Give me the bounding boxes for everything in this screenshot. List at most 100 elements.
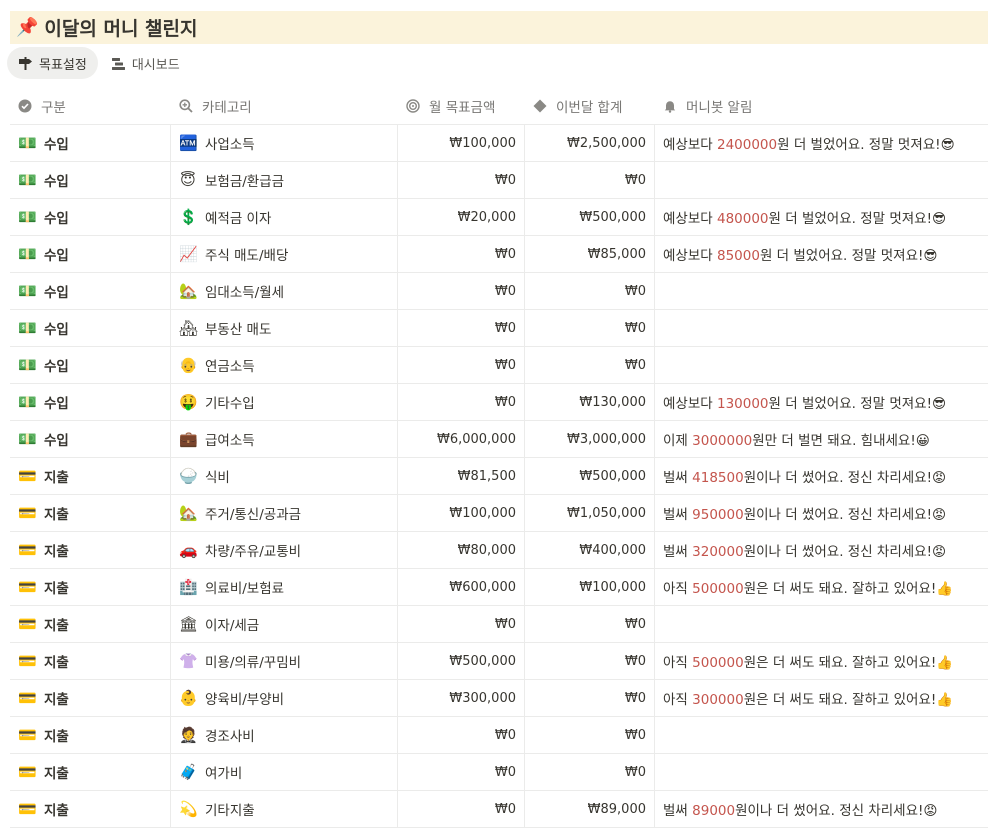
category-cell[interactable]: 😇 보험금/환급금 (171, 162, 398, 198)
table-row[interactable]: 💵 수입 💲 예적금 이자 ₩20,000 ₩500,000 예상보다 480000원 더 … (10, 199, 988, 236)
gubun-cell[interactable]: 💵 수입 (10, 125, 171, 161)
target-cell[interactable]: ₩500,000 (398, 643, 525, 679)
target-cell[interactable]: ₩300,000 (398, 680, 525, 716)
gubun-cell[interactable]: 💵 수입 (10, 384, 171, 420)
gubun-cell[interactable]: 💳 지출 (10, 791, 171, 827)
total-cell[interactable]: ₩0 (525, 273, 655, 309)
total-cell[interactable]: ₩0 (525, 347, 655, 383)
alert-cell[interactable]: 벌써 320000원이나 더 썼어요. 정신 차리세요!😡 (655, 532, 988, 568)
category-cell[interactable]: 🍚 식비 (171, 458, 398, 494)
target-cell[interactable]: ₩80,000 (398, 532, 525, 568)
table-row[interactable]: 💳 지출 👶 양육비/부양비 ₩300,000 ₩0 아직 300000원은 더 써도 돼요… (10, 680, 988, 717)
alert-cell[interactable] (655, 754, 988, 790)
category-cell[interactable]: 👶 양육비/부양비 (171, 680, 398, 716)
total-cell[interactable]: ₩3,000,000 (525, 421, 655, 457)
target-cell[interactable]: ₩20,000 (398, 199, 525, 235)
total-cell[interactable]: ₩0 (525, 643, 655, 679)
table-row[interactable]: 💵 수입 📈 주식 매도/배당 ₩0 ₩85,000 예상보다 85000원 더 벌었어요.… (10, 236, 988, 273)
target-cell[interactable]: ₩0 (398, 273, 525, 309)
total-cell[interactable]: ₩89,000 (525, 791, 655, 827)
category-cell[interactable]: 🏘 부동산 매도 (171, 310, 398, 346)
gubun-cell[interactable]: 💵 수입 (10, 236, 171, 272)
alert-cell[interactable] (655, 606, 988, 642)
tab-goal-setting[interactable]: 목표설정 (7, 47, 98, 79)
total-cell[interactable]: ₩85,000 (525, 236, 655, 272)
target-cell[interactable]: ₩81,500 (398, 458, 525, 494)
gubun-cell[interactable]: 💵 수입 (10, 421, 171, 457)
alert-cell[interactable]: 예상보다 130000원 더 벌었어요. 정말 멋져요!😎 (655, 384, 988, 420)
alert-cell[interactable] (655, 717, 988, 753)
gubun-cell[interactable]: 💳 지출 (10, 680, 171, 716)
category-cell[interactable]: 📈 주식 매도/배당 (171, 236, 398, 272)
total-cell[interactable]: ₩500,000 (525, 458, 655, 494)
alert-cell[interactable]: 아직 500000원은 더 써도 돼요. 잘하고 있어요!👍 (655, 569, 988, 605)
table-row[interactable]: 💵 수입 🤑 기타수입 ₩0 ₩130,000 예상보다 130000원 더 벌었어요. 정… (10, 384, 988, 421)
table-row[interactable]: 💳 지출 🧳 여가비 ₩0 ₩0 (10, 754, 988, 791)
table-row[interactable]: 💵 수입 💼 급여소득 ₩6,000,000 ₩3,000,000 이제 3000000원만… (10, 421, 988, 458)
category-cell[interactable]: 🏡 주거/통신/공과금 (171, 495, 398, 531)
table-row[interactable]: 💳 지출 💫 기타지출 ₩0 ₩89,000 벌써 89000원이나 더 썼어요. 정신 차… (10, 791, 988, 828)
total-cell[interactable]: ₩130,000 (525, 384, 655, 420)
total-cell[interactable]: ₩400,000 (525, 532, 655, 568)
total-cell[interactable]: ₩500,000 (525, 199, 655, 235)
tab-dashboard[interactable]: 대시보드 (100, 47, 191, 79)
gubun-cell[interactable]: 💳 지출 (10, 458, 171, 494)
table-row[interactable]: 💳 지출 👚 미용/의류/꾸밈비 ₩500,000 ₩0 아직 500000원은 더 써도 … (10, 643, 988, 680)
category-cell[interactable]: 🏥 의료비/보험료 (171, 569, 398, 605)
category-cell[interactable]: 💲 예적금 이자 (171, 199, 398, 235)
alert-cell[interactable] (655, 273, 988, 309)
target-cell[interactable]: ₩0 (398, 754, 525, 790)
category-cell[interactable]: 🏡 임대소득/월세 (171, 273, 398, 309)
total-cell[interactable]: ₩0 (525, 606, 655, 642)
category-cell[interactable]: 💫 기타지출 (171, 791, 398, 827)
gubun-cell[interactable]: 💵 수입 (10, 310, 171, 346)
gubun-cell[interactable]: 💵 수입 (10, 347, 171, 383)
table-row[interactable]: 💵 수입 😇 보험금/환급금 ₩0 ₩0 (10, 162, 988, 199)
alert-cell[interactable]: 벌써 89000원이나 더 썼어요. 정신 차리세요!😡 (655, 791, 988, 827)
alert-cell[interactable]: 아직 300000원은 더 써도 돼요. 잘하고 있어요!👍 (655, 680, 988, 716)
table-row[interactable]: 💳 지출 🏛 이자/세금 ₩0 ₩0 (10, 606, 988, 643)
target-cell[interactable]: ₩0 (398, 347, 525, 383)
target-cell[interactable]: ₩100,000 (398, 125, 525, 161)
target-cell[interactable]: ₩0 (398, 717, 525, 753)
total-cell[interactable]: ₩0 (525, 162, 655, 198)
target-cell[interactable]: ₩600,000 (398, 569, 525, 605)
table-row[interactable]: 💳 지출 🚗 차량/주유/교통비 ₩80,000 ₩400,000 벌써 320000원이나… (10, 532, 988, 569)
target-cell[interactable]: ₩0 (398, 162, 525, 198)
table-row[interactable]: 💳 지출 🤵 경조사비 ₩0 ₩0 (10, 717, 988, 754)
alert-cell[interactable] (655, 347, 988, 383)
gubun-cell[interactable]: 💳 지출 (10, 643, 171, 679)
alert-cell[interactable] (655, 310, 988, 346)
category-cell[interactable]: 💼 급여소득 (171, 421, 398, 457)
target-cell[interactable]: ₩0 (398, 310, 525, 346)
table-row[interactable]: 💵 수입 🏘 부동산 매도 ₩0 ₩0 (10, 310, 988, 347)
total-cell[interactable]: ₩0 (525, 310, 655, 346)
column-header-category[interactable]: 카테고리 (171, 88, 398, 124)
gubun-cell[interactable]: 💳 지출 (10, 754, 171, 790)
gubun-cell[interactable]: 💳 지출 (10, 717, 171, 753)
column-header-alert[interactable]: 머니봇 알림 (655, 88, 988, 124)
category-cell[interactable]: 🤑 기타수입 (171, 384, 398, 420)
gubun-cell[interactable]: 💵 수입 (10, 162, 171, 198)
gubun-cell[interactable]: 💳 지출 (10, 532, 171, 568)
total-cell[interactable]: ₩0 (525, 717, 655, 753)
gubun-cell[interactable]: 💳 지출 (10, 569, 171, 605)
alert-cell[interactable]: 벌써 418500원이나 더 썼어요. 정신 차리세요!😡 (655, 458, 988, 494)
target-cell[interactable]: ₩0 (398, 791, 525, 827)
target-cell[interactable]: ₩100,000 (398, 495, 525, 531)
gubun-cell[interactable]: 💳 지출 (10, 495, 171, 531)
table-row[interactable]: 💵 수입 👴 연금소득 ₩0 ₩0 (10, 347, 988, 384)
gubun-cell[interactable]: 💵 수입 (10, 273, 171, 309)
alert-cell[interactable]: 이제 3000000원만 더 벌면 돼요. 힘내세요!😀 (655, 421, 988, 457)
alert-cell[interactable]: 예상보다 85000원 더 벌었어요. 정말 멋져요!😎 (655, 236, 988, 272)
category-cell[interactable]: 👴 연금소득 (171, 347, 398, 383)
column-header-total[interactable]: 이번달 합계 (525, 88, 655, 124)
table-row[interactable]: 💵 수입 🏡 임대소득/월세 ₩0 ₩0 (10, 273, 988, 310)
category-cell[interactable]: 🤵 경조사비 (171, 717, 398, 753)
target-cell[interactable]: ₩0 (398, 384, 525, 420)
target-cell[interactable]: ₩0 (398, 606, 525, 642)
table-row[interactable]: 💳 지출 🏡 주거/통신/공과금 ₩100,000 ₩1,050,000 벌써 950000… (10, 495, 988, 532)
alert-cell[interactable]: 아직 500000원은 더 써도 돼요. 잘하고 있어요!👍 (655, 643, 988, 679)
total-cell[interactable]: ₩2,500,000 (525, 125, 655, 161)
column-header-gubun[interactable]: 구분 (10, 88, 171, 124)
